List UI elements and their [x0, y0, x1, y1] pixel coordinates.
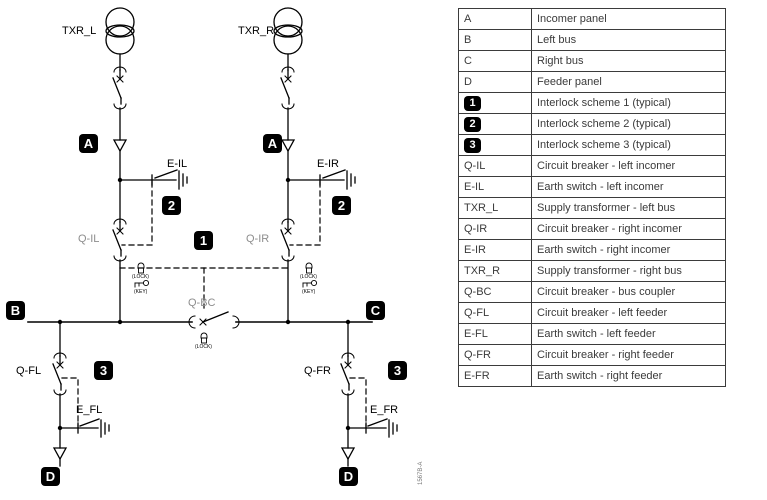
legend-desc-cell: Feeder panel: [531, 71, 726, 93]
legend-key-cell: B: [458, 29, 532, 51]
legend-row: D Feeder panel: [458, 71, 726, 93]
badge-interlock-2-right: 2: [332, 196, 351, 215]
label-q-ir: Q-IR: [246, 233, 270, 245]
legend-row: 3 Interlock scheme 3 (typical): [458, 134, 726, 156]
label-e-ir: E-IR: [317, 158, 339, 170]
legend-desc-cell: Earth switch - left feeder: [531, 323, 726, 345]
legend-desc-cell: Circuit breaker - right incomer: [531, 218, 726, 240]
legend-row: Q-BC Circuit breaker - bus coupler: [458, 281, 726, 303]
legend-row: E-IL Earth switch - left incomer: [458, 176, 726, 198]
legend-key-cell: A: [458, 8, 532, 30]
legend-desc-cell: Earth switch - right feeder: [531, 365, 726, 387]
schematic-area: TXR_L TXR_R E-IL E-IR Q-IL Q-IR Q-BC Q-F…: [0, 0, 455, 500]
label-q-bc: Q-BC: [188, 297, 216, 309]
lock-icon-right-incomer: [305, 262, 313, 274]
label-q-fl: Q-FL: [16, 365, 42, 377]
label-q-fr: Q-FR: [304, 365, 331, 377]
legend-key-cell: Q-IL: [458, 155, 532, 177]
legend-table-body: A Incomer panel B Left bus C Right bus D Feeder…: [458, 8, 726, 387]
legend-row: 2 Interlock scheme 2 (typical): [458, 113, 726, 135]
badge-interlock-3-left: 3: [94, 361, 113, 380]
legend-row: TXR_L Supply transformer - left bus: [458, 197, 726, 219]
caption-lock-bus-coupler: (LOCK): [195, 344, 212, 350]
legend-desc-cell: Circuit breaker - left feeder: [531, 302, 726, 324]
legend-key-cell: D: [458, 71, 532, 93]
legend-desc-cell: Circuit breaker - left incomer: [531, 155, 726, 177]
legend-desc-cell: Interlock scheme 1 (typical): [531, 92, 726, 114]
legend-key-cell: 1: [458, 92, 532, 114]
legend-key-badge: 3: [464, 137, 481, 153]
legend-desc-cell: Supply transformer - right bus: [531, 260, 726, 282]
caption-lock-right-incomer: (LOCK): [300, 274, 317, 280]
lock-icon-left-incomer: [137, 262, 145, 274]
legend-row: B Left bus: [458, 29, 726, 51]
legend-table: A Incomer panel B Left bus C Right bus D Feeder…: [458, 8, 726, 387]
drawing-reference-code: 1567B-A: [418, 461, 424, 485]
legend-key-cell: E-FR: [458, 365, 532, 387]
legend-desc-cell: Interlock scheme 2 (typical): [531, 113, 726, 135]
transformer-right-symbol: [273, 7, 303, 55]
legend-row: Q-IL Circuit breaker - left incomer: [458, 155, 726, 177]
key-icon-right-incomer: [302, 279, 318, 288]
legend-row: TXR_R Supply transformer - right bus: [458, 260, 726, 282]
legend-desc-cell: Circuit breaker - bus coupler: [531, 281, 726, 303]
badge-panel-d-right: D: [339, 467, 358, 486]
label-e-fr: E_FR: [370, 404, 399, 416]
legend-row: Q-FR Circuit breaker - right feeder: [458, 344, 726, 366]
legend-key-cell: C: [458, 50, 532, 72]
badge-interlock-1: 1: [194, 231, 213, 250]
legend-key-cell: E-IR: [458, 239, 532, 261]
legend-key-cell: 3: [458, 134, 532, 156]
legend-desc-cell: Earth switch - left incomer: [531, 176, 726, 198]
legend-row: Q-IR Circuit breaker - right incomer: [458, 218, 726, 240]
badge-interlock-3-right: 3: [388, 361, 407, 380]
legend-key-badge: 2: [464, 116, 481, 132]
label-e-fl: E_FL: [76, 404, 103, 416]
legend-row: Q-FL Circuit breaker - left feeder: [458, 302, 726, 324]
legend-row: 1 Interlock scheme 1 (typical): [458, 92, 726, 114]
legend-key-cell: 2: [458, 113, 532, 135]
label-txr-left: TXR_L: [62, 25, 97, 37]
legend-desc-cell: Earth switch - right incomer: [531, 239, 726, 261]
label-q-il: Q-IL: [78, 233, 100, 245]
key-icon-left-incomer: [134, 279, 150, 288]
label-txr-right: TXR_R: [238, 25, 275, 37]
label-e-il: E-IL: [167, 158, 188, 170]
caption-key-left-incomer: (KEY): [134, 289, 148, 295]
legend-desc-cell: Incomer panel: [531, 8, 726, 30]
legend-key-cell: TXR_L: [458, 197, 532, 219]
legend-desc-cell: Left bus: [531, 29, 726, 51]
schematic-svg: [27, 7, 398, 467]
legend-key-badge: 1: [464, 95, 481, 111]
badge-bus-b: B: [6, 301, 25, 320]
legend-key-cell: Q-BC: [458, 281, 532, 303]
lock-icon-bus-coupler: [200, 332, 208, 344]
badge-bus-c: C: [366, 301, 385, 320]
legend-key-cell: Q-IR: [458, 218, 532, 240]
legend-desc-cell: Interlock scheme 3 (typical): [531, 134, 726, 156]
legend-desc-cell: Right bus: [531, 50, 726, 72]
legend-desc-cell: Circuit breaker - right feeder: [531, 344, 726, 366]
legend-key-cell: TXR_R: [458, 260, 532, 282]
legend-row: A Incomer panel: [458, 8, 726, 30]
badge-interlock-2-left: 2: [162, 196, 181, 215]
legend-key-cell: E-IL: [458, 176, 532, 198]
caption-key-right-incomer: (KEY): [302, 289, 316, 295]
legend-row: E-IR Earth switch - right incomer: [458, 239, 726, 261]
badge-panel-d-left: D: [41, 467, 60, 486]
legend-row: E-FL Earth switch - left feeder: [458, 323, 726, 345]
badge-panel-a-right: A: [263, 134, 282, 153]
legend-key-cell: Q-FL: [458, 302, 532, 324]
legend-key-cell: Q-FR: [458, 344, 532, 366]
transformer-left-symbol: [105, 7, 135, 55]
badge-panel-a-left: A: [79, 134, 98, 153]
legend-key-cell: E-FL: [458, 323, 532, 345]
legend-desc-cell: Supply transformer - left bus: [531, 197, 726, 219]
legend-row: C Right bus: [458, 50, 726, 72]
caption-lock-left-incomer: (LOCK): [132, 274, 149, 280]
single-line-diagram-page: TXR_L TXR_R E-IL E-IR Q-IL Q-IR Q-BC Q-F…: [0, 0, 767, 500]
legend-row: E-FR Earth switch - right feeder: [458, 365, 726, 387]
bus-coupler-symbol: [188, 311, 240, 329]
